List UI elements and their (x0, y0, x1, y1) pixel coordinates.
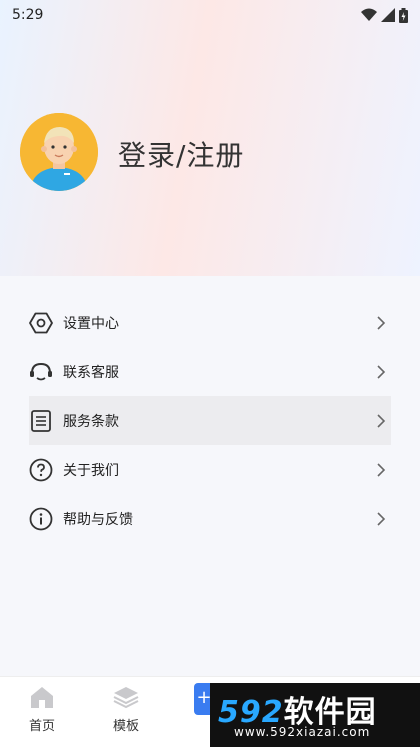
chevron-right-icon (377, 315, 386, 330)
watermark-logo: 592软件园 www.592xiazai.com (210, 683, 420, 747)
login-register-link[interactable]: 登录/注册 (118, 134, 244, 174)
menu-label: 关于我们 (63, 462, 119, 479)
menu-item-terms[interactable]: 服务条款 (29, 396, 391, 445)
tab-home[interactable]: 首页 (12, 685, 72, 734)
info-circle-icon (29, 507, 53, 531)
chevron-right-icon (377, 462, 386, 477)
chevron-right-icon (377, 364, 386, 379)
menu-item-help-feedback[interactable]: 帮助与反馈 (29, 494, 391, 543)
menu-label: 服务条款 (63, 413, 119, 430)
menu-item-settings[interactable]: 设置中心 (29, 298, 391, 347)
menu-label: 联系客服 (63, 364, 119, 381)
status-bar: 5:29 (0, 0, 420, 30)
settings-hex-icon (29, 311, 53, 335)
menu-list: 设置中心 联系客服 服务条款 关于我们 帮助与反馈 (0, 298, 420, 543)
home-icon (31, 687, 53, 708)
status-time: 5:29 (12, 7, 44, 23)
avatar[interactable] (20, 113, 98, 191)
battery-icon (399, 7, 408, 23)
avatar-illustration-icon (20, 113, 98, 191)
tab-templates[interactable]: 模板 (96, 685, 156, 734)
chevron-right-icon (377, 511, 386, 526)
tab-label: 模板 (112, 719, 139, 734)
status-icons (361, 7, 408, 23)
chevron-right-icon (377, 413, 386, 428)
wifi-icon (361, 8, 377, 21)
signal-icon (381, 8, 395, 22)
menu-label: 帮助与反馈 (63, 511, 133, 528)
tab-label: 首页 (28, 719, 55, 734)
menu-item-about[interactable]: 关于我们 (29, 445, 391, 494)
menu-label: 设置中心 (63, 315, 119, 332)
layers-icon (113, 687, 139, 709)
menu-item-customer-service[interactable]: 联系客服 (29, 347, 391, 396)
question-circle-icon (29, 458, 53, 482)
document-icon (29, 409, 53, 433)
watermark-url: www.592xiazai.com (234, 725, 371, 739)
profile-header: 登录/注册 (0, 0, 420, 276)
headset-icon (29, 360, 53, 384)
